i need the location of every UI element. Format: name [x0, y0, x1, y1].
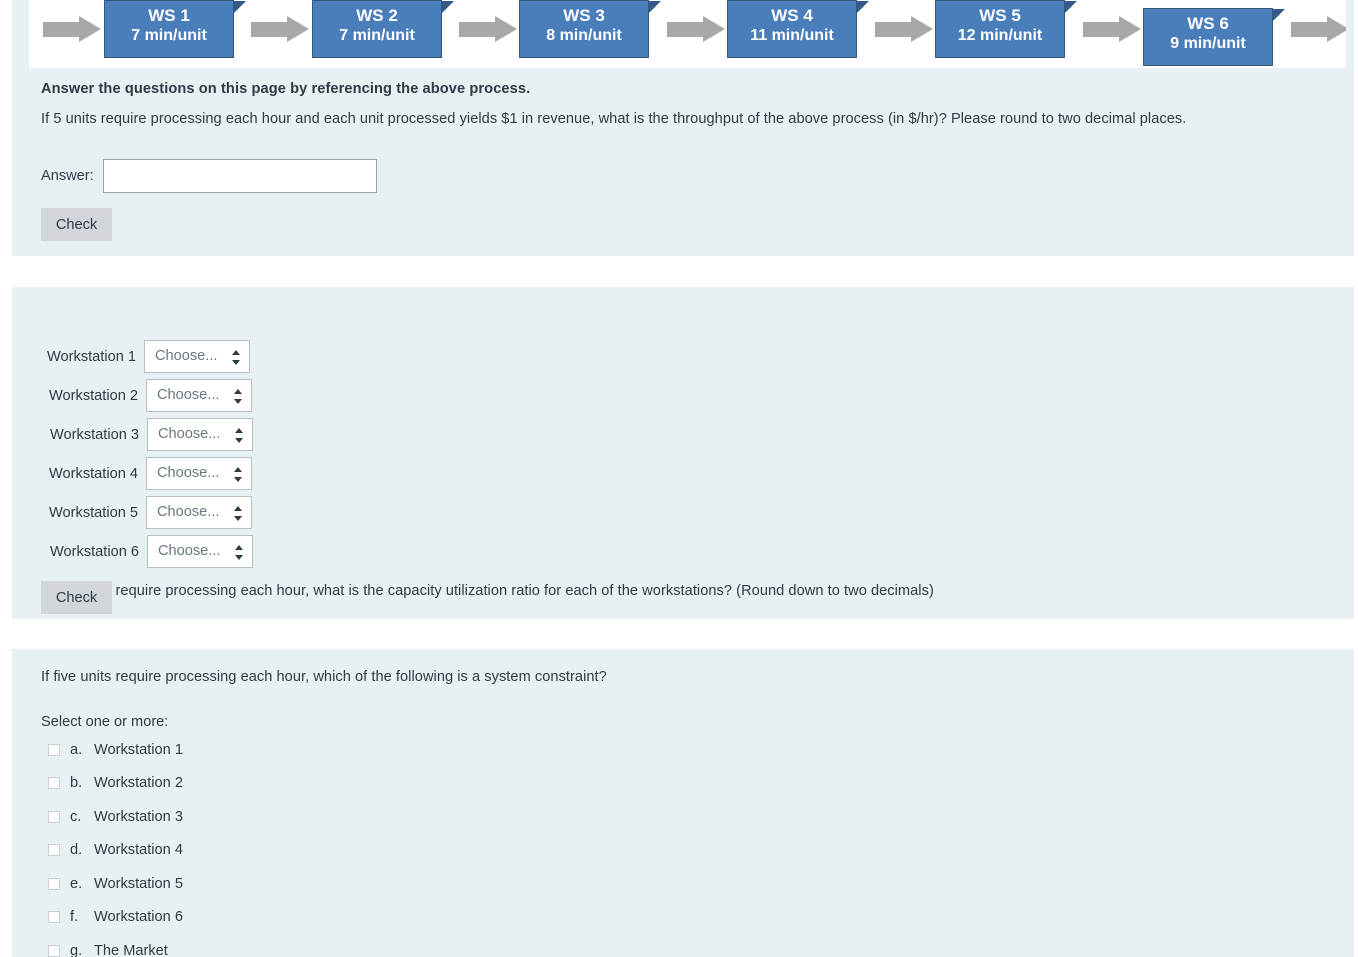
- workstation-select-label-4: Workstation 4: [49, 465, 138, 482]
- workstation-select-label-2: Workstation 2: [49, 387, 138, 404]
- workstation-select-label-5: Workstation 5: [49, 504, 138, 521]
- workstation-select-row-3: Workstation 3 Choose...: [41, 418, 253, 451]
- question-1-text: If 5 units require processing each hour …: [41, 111, 1187, 127]
- workstation-rate: 7 min/unit: [131, 27, 207, 45]
- answer-input[interactable]: [102, 159, 377, 193]
- workstation-title: WS 1: [148, 6, 190, 25]
- workstation-box-6: WS 6 9 min/unit: [1143, 8, 1285, 66]
- workstation-box-3: WS 3 8 min/unit: [519, 0, 661, 58]
- question-2-text: If five units require processing each ho…: [41, 583, 934, 599]
- option-label: Workstation 1: [94, 742, 183, 758]
- chevron-updown-icon: [235, 428, 243, 443]
- workstation-select-row-2: Workstation 2 Choose...: [41, 379, 252, 412]
- page-instruction: Answer the questions on this page by ref…: [41, 81, 531, 97]
- workstation-rate: 9 min/unit: [1170, 35, 1246, 53]
- option-row-a[interactable]: a. Workstation 1: [48, 741, 183, 759]
- option-letter: e.: [70, 876, 83, 892]
- workstation-title: WS 3: [563, 6, 605, 25]
- flow-arrow-icon: [43, 16, 101, 42]
- checkbox-d[interactable]: [48, 844, 60, 856]
- workstation-select-row-6: Workstation 6 Choose...: [41, 535, 253, 568]
- checkbox-e[interactable]: [48, 878, 60, 890]
- check-button-question-2[interactable]: Check: [41, 581, 112, 614]
- option-row-c[interactable]: c. Workstation 3: [48, 808, 183, 826]
- option-label: Workstation 4: [94, 842, 183, 858]
- option-letter: b.: [70, 775, 83, 791]
- flow-arrow-icon: [875, 16, 933, 42]
- quiz-page: WS 1 7 min/unit WS 2 7 min/unit WS 3 8 m…: [0, 0, 1358, 957]
- workstation-select-3[interactable]: Choose...: [147, 418, 253, 451]
- workstation-rate: 7 min/unit: [339, 27, 415, 45]
- workstation-title: WS 5: [979, 6, 1021, 25]
- question-3-text: If five units require processing each ho…: [41, 669, 607, 685]
- chevron-updown-icon: [235, 545, 243, 560]
- answer-row: Answer:: [41, 159, 377, 193]
- flow-arrow-icon: [251, 16, 309, 42]
- workstation-box-2: WS 2 7 min/unit: [312, 0, 454, 58]
- workstation-rate: 12 min/unit: [957, 27, 1043, 45]
- option-row-f[interactable]: f. Workstation 6: [48, 908, 183, 926]
- select-prompt: Select one or more:: [41, 714, 169, 730]
- selected-value: Choose...: [157, 504, 220, 520]
- process-flow-diagram: WS 1 7 min/unit WS 2 7 min/unit WS 3 8 m…: [29, 0, 1346, 68]
- flow-arrow-icon: [1083, 16, 1141, 42]
- question-1-panel: WS 1 7 min/unit WS 2 7 min/unit WS 3 8 m…: [12, 0, 1354, 256]
- chevron-updown-icon: [234, 506, 242, 521]
- workstation-select-row-4: Workstation 4 Choose...: [41, 457, 252, 490]
- checkbox-b[interactable]: [48, 777, 60, 789]
- workstation-rate: 11 min/unit: [750, 27, 834, 45]
- option-row-b[interactable]: b. Workstation 2: [48, 774, 183, 792]
- checkbox-f[interactable]: [48, 911, 60, 923]
- workstation-box-1: WS 1 7 min/unit: [104, 0, 246, 58]
- option-row-d[interactable]: d. Workstation 4: [48, 841, 183, 859]
- workstation-title: WS 2: [356, 6, 398, 25]
- checkbox-g[interactable]: [48, 945, 60, 957]
- workstation-select-label-3: Workstation 3: [50, 426, 139, 443]
- selected-value: Choose...: [157, 387, 220, 403]
- workstation-rate: 8 min/unit: [546, 27, 622, 45]
- flow-arrow-icon: [667, 16, 725, 42]
- workstation-select-6[interactable]: Choose...: [147, 535, 253, 568]
- workstation-title: WS 6: [1187, 14, 1229, 33]
- selected-value: Choose...: [155, 348, 218, 364]
- answer-label: Answer:: [41, 168, 94, 184]
- option-letter: g.: [70, 943, 83, 957]
- checkbox-c[interactable]: [48, 811, 60, 823]
- option-row-g[interactable]: g. The Market: [48, 942, 168, 957]
- flow-arrow-icon: [459, 16, 517, 42]
- workstation-select-1[interactable]: Choose...: [144, 340, 250, 373]
- workstation-select-row-5: Workstation 5 Choose...: [41, 496, 252, 529]
- option-letter: f.: [70, 909, 79, 925]
- selected-value: Choose...: [158, 543, 221, 559]
- option-label: Workstation 5: [94, 876, 183, 892]
- option-label: Workstation 2: [94, 775, 183, 791]
- workstation-title: WS 4: [771, 6, 813, 25]
- option-letter: a.: [70, 742, 83, 758]
- question-2-panel: If five units require processing each ho…: [12, 287, 1354, 619]
- workstation-select-label-1: Workstation 1: [47, 348, 136, 365]
- option-label: Workstation 3: [94, 809, 183, 825]
- option-letter: c.: [70, 809, 82, 825]
- chevron-updown-icon: [234, 389, 242, 404]
- chevron-updown-icon: [234, 467, 242, 482]
- check-button-question-1[interactable]: Check: [41, 208, 112, 241]
- chevron-updown-icon: [232, 350, 240, 365]
- workstation-select-4[interactable]: Choose...: [146, 457, 252, 490]
- checkbox-a[interactable]: [48, 744, 60, 756]
- option-letter: d.: [70, 842, 83, 858]
- selected-value: Choose...: [158, 426, 221, 442]
- flow-arrow-icon: [1291, 16, 1346, 42]
- workstation-select-5[interactable]: Choose...: [146, 496, 252, 529]
- question-3-panel: If five units require processing each ho…: [12, 649, 1354, 957]
- option-label: The Market: [94, 943, 168, 957]
- workstation-box-4: WS 4 11 min/unit: [727, 0, 869, 58]
- workstation-select-2[interactable]: Choose...: [146, 379, 252, 412]
- selected-value: Choose...: [157, 465, 220, 481]
- option-label: Workstation 6: [94, 909, 183, 925]
- process-diagram-image: WS 1 7 min/unit WS 2 7 min/unit WS 3 8 m…: [29, 0, 1346, 68]
- workstation-select-label-6: Workstation 6: [50, 543, 139, 560]
- option-row-e[interactable]: e. Workstation 5: [48, 875, 183, 893]
- workstation-box-5: WS 5 12 min/unit: [935, 0, 1077, 58]
- workstation-select-row-1: Workstation 1 Choose...: [41, 340, 250, 373]
